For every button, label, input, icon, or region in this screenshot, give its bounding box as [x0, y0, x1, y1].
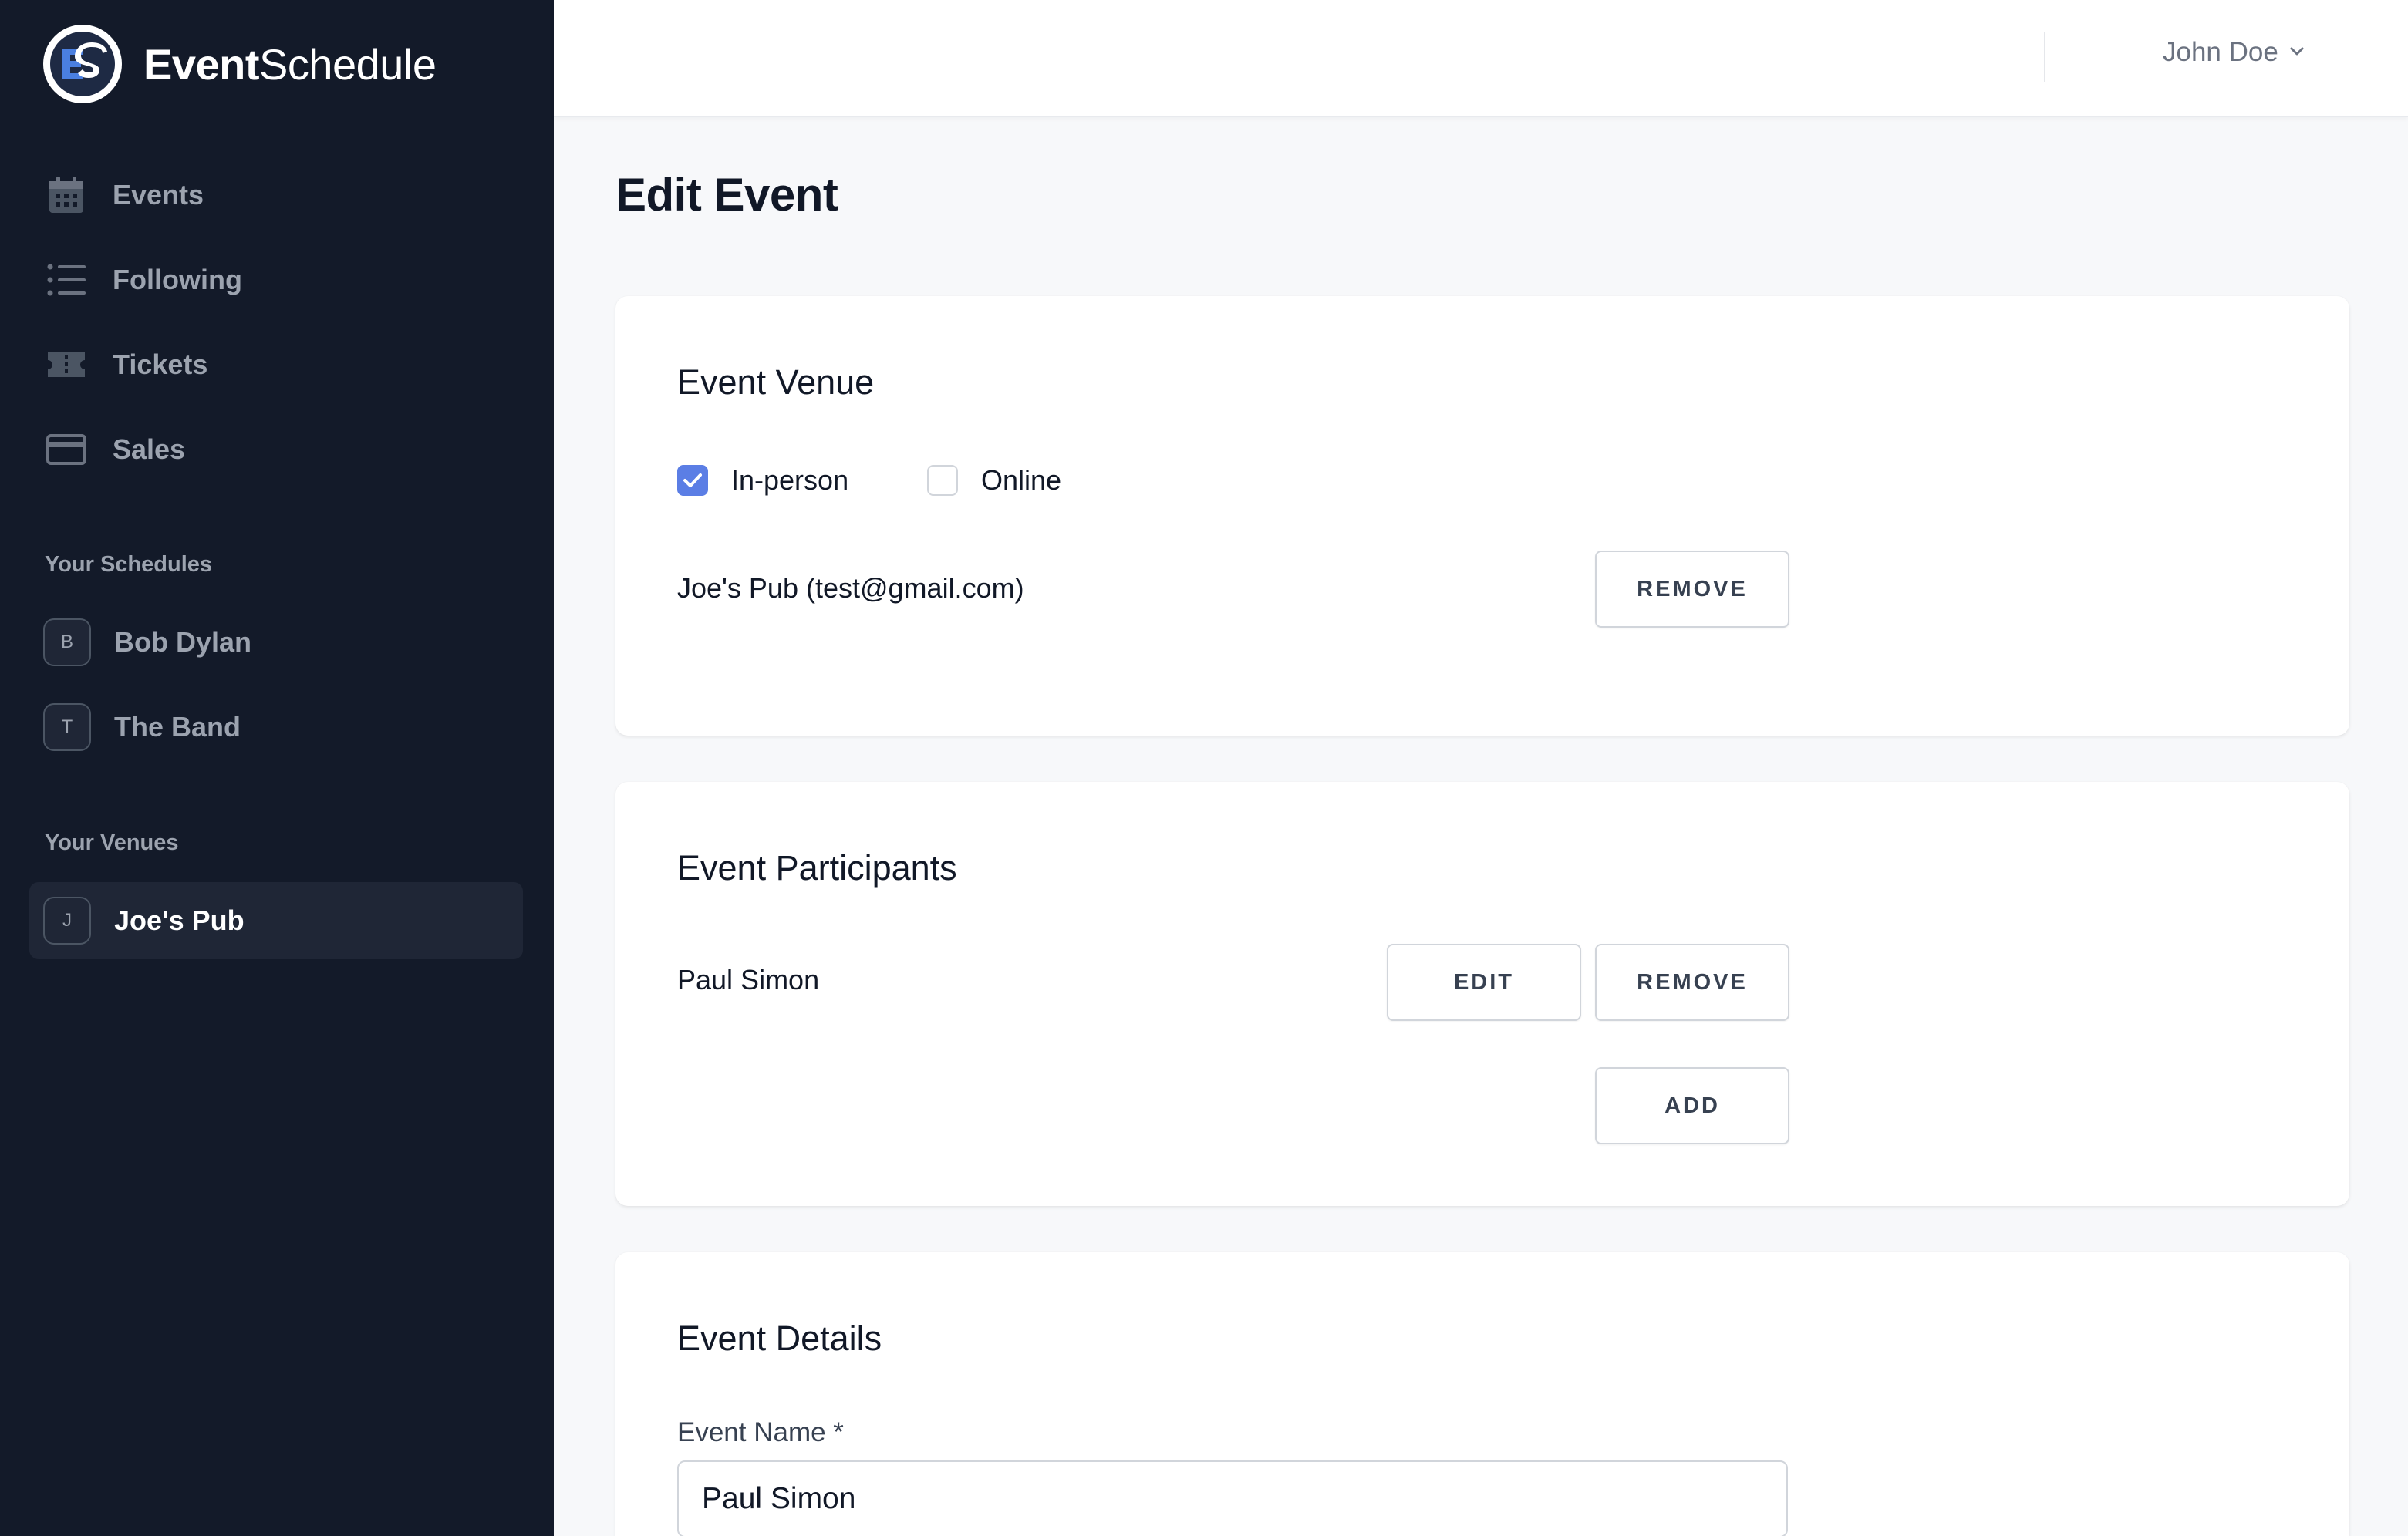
nav-label: Following [113, 264, 242, 295]
schedule-label: Bob Dylan [114, 626, 252, 658]
card-title: Event Venue [677, 362, 875, 402]
venues-heading: Your Venues [45, 830, 179, 855]
user-menu[interactable]: John Doe [2163, 37, 2305, 68]
event-details-card: Event Details Event Name * Paul Simon [615, 1252, 2349, 1536]
venue-item-content: J Joe's Pub [43, 897, 245, 945]
page-title: Edit Event [615, 169, 838, 221]
remove-venue-button[interactable]: REMOVE [1595, 551, 1789, 628]
schedule-initial-badge: T [43, 703, 91, 751]
in-person-label: In-person [731, 464, 849, 496]
venue-item-joes-pub[interactable]: J Joe's Pub [29, 882, 523, 959]
brand-name: EventSchedule [143, 39, 437, 89]
card-title: Event Participants [677, 848, 957, 888]
credit-card-icon [43, 426, 89, 473]
nav-label: Tickets [113, 349, 208, 380]
card-title: Event Details [677, 1319, 882, 1358]
top-bar: John Doe [554, 0, 2408, 117]
venue-label: Joe's Pub [114, 904, 245, 936]
event-name-input[interactable]: Paul Simon [677, 1460, 1788, 1536]
nav-item-sales[interactable]: Sales [43, 426, 185, 473]
edit-participant-button[interactable]: EDIT [1387, 944, 1581, 1021]
schedule-initial-badge: B [43, 618, 91, 666]
list-icon [43, 257, 89, 303]
venue-initial-badge: J [43, 897, 91, 945]
schedule-item-the-band[interactable]: T The Band [43, 703, 241, 751]
calendar-icon [43, 172, 89, 218]
venue-name: Joe's Pub (test@gmail.com) [677, 572, 1024, 604]
event-venue-card: Event Venue In-person Online Joe's Pub (… [615, 296, 2349, 736]
nav-item-tickets[interactable]: Tickets [43, 342, 207, 388]
chevron-down-icon [2289, 45, 2305, 60]
app-logo[interactable]: EventSchedule [43, 25, 437, 103]
participant-name: Paul Simon [677, 964, 820, 995]
in-person-checkbox[interactable] [677, 465, 708, 496]
schedule-item-bob-dylan[interactable]: B Bob Dylan [43, 618, 251, 666]
event-participants-card: Event Participants Paul Simon EDIT REMOV… [615, 782, 2349, 1206]
schedule-label: The Band [114, 711, 241, 743]
user-name: John Doe [2163, 37, 2278, 67]
event-name-label: Event Name * [677, 1417, 844, 1447]
nav-label: Sales [113, 433, 186, 465]
logo-icon [43, 25, 122, 103]
nav-item-events[interactable]: Events [43, 172, 204, 218]
remove-participant-button[interactable]: REMOVE [1595, 944, 1789, 1021]
add-participant-button[interactable]: ADD [1595, 1067, 1789, 1144]
online-option[interactable]: Online [927, 464, 1061, 497]
sidebar: EventSchedule Events Following Tickets S… [0, 0, 554, 1536]
in-person-option[interactable]: In-person [677, 464, 848, 497]
nav-label: Events [113, 179, 204, 211]
online-checkbox[interactable] [927, 465, 958, 496]
schedules-heading: Your Schedules [45, 552, 213, 577]
online-label: Online [981, 464, 1062, 496]
topbar-divider [2044, 32, 2045, 82]
ticket-icon [43, 342, 89, 388]
nav-item-following[interactable]: Following [43, 257, 242, 303]
